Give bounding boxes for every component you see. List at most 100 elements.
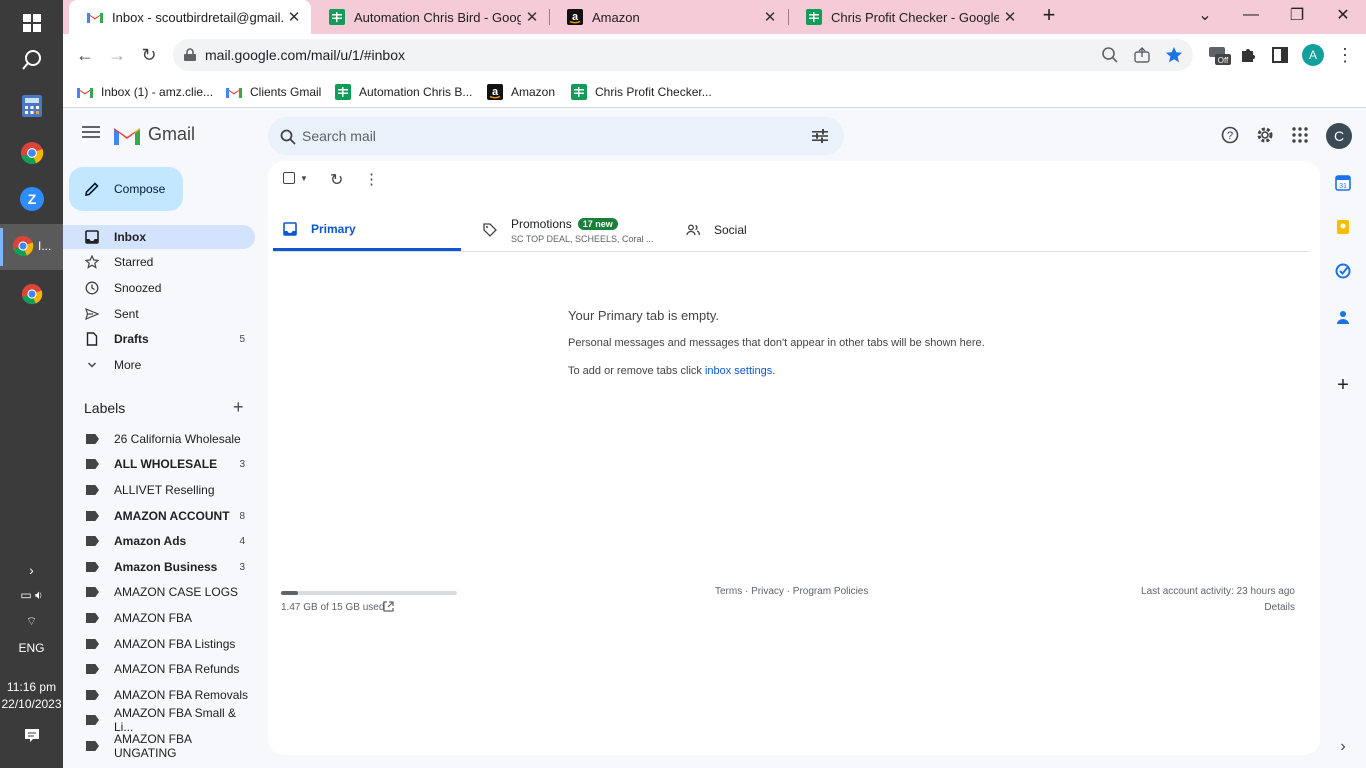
profile-avatar[interactable]: A bbox=[1297, 39, 1329, 71]
battery-volume-icon[interactable]: ▭ 🔉︎ bbox=[0, 588, 63, 603]
label-name: AMAZON ACCOUNT bbox=[114, 509, 230, 523]
bookmark-amazon[interactable]: a Amazon bbox=[487, 82, 555, 102]
show-hidden-icons-chevron-icon[interactable]: › bbox=[0, 562, 63, 578]
account-avatar[interactable]: C bbox=[1326, 123, 1352, 149]
clock-time[interactable]: 11:16 pm bbox=[0, 680, 63, 694]
taskbar-search-button[interactable] bbox=[0, 37, 63, 83]
taskbar-calculator[interactable] bbox=[0, 83, 63, 129]
zoom-icon[interactable] bbox=[1101, 46, 1119, 64]
notification-icon[interactable] bbox=[0, 728, 63, 749]
caret-down-icon[interactable]: ▼ bbox=[300, 174, 308, 183]
nav-item-starred[interactable]: Starred bbox=[63, 250, 255, 274]
taskbar-zoom[interactable]: Z bbox=[0, 176, 63, 222]
nav-item-sent[interactable]: Sent bbox=[63, 302, 255, 326]
open-external-icon[interactable] bbox=[383, 601, 394, 612]
label-item[interactable]: ALLIVET Reselling bbox=[63, 478, 255, 502]
label-item[interactable]: AMAZON FBA UNGATING bbox=[63, 732, 255, 760]
close-icon[interactable]: ✕ bbox=[521, 8, 543, 26]
search-input[interactable]: Search mail bbox=[302, 128, 376, 144]
close-icon[interactable]: ✕ bbox=[759, 8, 781, 26]
create-label-plus-icon[interactable]: + bbox=[233, 397, 244, 418]
label-tag-icon bbox=[86, 639, 99, 649]
label-item[interactable]: Amazon Business 3 bbox=[63, 555, 255, 579]
minimize-button[interactable]: — bbox=[1228, 0, 1274, 30]
label-item[interactable]: AMAZON CASE LOGS bbox=[63, 580, 255, 604]
bookmark-star-icon[interactable] bbox=[1165, 46, 1183, 64]
browser-tab-automation[interactable]: Automation Chris Bird - Google ✕ bbox=[311, 0, 549, 34]
tab-primary[interactable]: Primary bbox=[273, 209, 461, 251]
site-info-icon[interactable] bbox=[183, 48, 197, 62]
side-panel-icon[interactable] bbox=[1264, 39, 1296, 71]
google-apps-icon[interactable] bbox=[1292, 127, 1308, 146]
label-tag-icon bbox=[86, 715, 99, 725]
main-menu-icon[interactable] bbox=[82, 125, 100, 142]
browser-tab-inbox[interactable]: Inbox - scoutbirdretail@gmail.com ✕ bbox=[69, 0, 311, 34]
back-button[interactable]: ← bbox=[69, 39, 101, 71]
search-icon[interactable] bbox=[280, 129, 296, 145]
wifi-icon[interactable]: ⌔ bbox=[0, 614, 63, 629]
reload-button[interactable]: ↻ bbox=[133, 39, 165, 71]
tab-social[interactable]: Social bbox=[686, 209, 876, 251]
gmail-logo[interactable]: Gmail bbox=[114, 124, 195, 145]
label-item[interactable]: AMAZON FBA bbox=[63, 606, 255, 630]
settings-gear-icon[interactable] bbox=[1256, 126, 1274, 147]
svg-text:?: ? bbox=[1227, 130, 1233, 142]
nav-item-inbox[interactable]: Inbox bbox=[63, 225, 255, 249]
compose-button[interactable]: Compose bbox=[69, 167, 183, 211]
label-item[interactable]: ALL WHOLESALE 3 bbox=[63, 452, 255, 476]
help-icon[interactable]: ? bbox=[1221, 126, 1239, 147]
clock-date[interactable]: 22/10/2023 bbox=[0, 697, 63, 711]
label-item[interactable]: AMAZON FBA Listings bbox=[63, 632, 255, 656]
keep-icon[interactable] bbox=[1335, 219, 1351, 235]
footer-policy-links[interactable]: Terms · Privacy · Program Policies bbox=[715, 586, 868, 597]
tab-search-chevron-icon[interactable]: ⌄ bbox=[1182, 0, 1228, 30]
label-item[interactable]: AMAZON FBA Removals bbox=[63, 683, 255, 707]
sheets-icon bbox=[335, 84, 351, 100]
search-options-icon[interactable] bbox=[812, 129, 828, 143]
show-side-panel-chevron-icon[interactable]: › bbox=[1335, 739, 1351, 755]
nav-item-more[interactable]: More bbox=[63, 353, 255, 377]
label-item[interactable]: AMAZON FBA Refunds bbox=[63, 657, 255, 681]
contacts-icon[interactable] bbox=[1335, 309, 1351, 325]
more-options-icon[interactable]: ⋮ bbox=[364, 170, 379, 188]
tab-promotions[interactable]: Promotions 17 new SC TOP DEAL, SCHEELS, … bbox=[483, 209, 673, 251]
calendar-icon[interactable]: 31 bbox=[1335, 175, 1351, 191]
window-close-button[interactable]: ✕ bbox=[1320, 0, 1366, 30]
bookmark-label: Clients Gmail bbox=[250, 85, 322, 99]
get-addons-plus-icon[interactable]: + bbox=[1335, 375, 1351, 395]
label-item[interactable]: Amazon Ads 4 bbox=[63, 529, 255, 553]
bookmark-automation[interactable]: Automation Chris B... bbox=[335, 82, 472, 102]
browser-tab-amazon[interactable]: a Amazon ✕ bbox=[549, 0, 787, 34]
tasks-icon[interactable] bbox=[1335, 263, 1351, 279]
inbox-icon bbox=[283, 221, 297, 236]
nav-item-drafts[interactable]: Drafts 5 bbox=[63, 327, 255, 351]
language-indicator[interactable]: ENG bbox=[0, 641, 63, 655]
nav-item-snoozed[interactable]: Snoozed bbox=[63, 276, 255, 300]
bookmark-profit-checker[interactable]: Chris Profit Checker... bbox=[571, 82, 712, 102]
label-item[interactable]: AMAZON ACCOUNT 8 bbox=[63, 504, 255, 528]
restore-button[interactable]: ❐ bbox=[1274, 0, 1320, 30]
extension-off-icon[interactable]: Off bbox=[1203, 39, 1235, 71]
bookmark-clients-gmail[interactable]: Clients Gmail bbox=[226, 82, 321, 102]
browser-tab-profit-checker[interactable]: Chris Profit Checker - Google Sh ✕ bbox=[788, 0, 1027, 34]
inbox-settings-link[interactable]: inbox settings bbox=[705, 365, 772, 377]
taskbar-chrome-profile-v[interactable] bbox=[0, 271, 63, 317]
label-item[interactable]: AMAZON FBA Small & Li... bbox=[63, 706, 255, 734]
taskbar-chrome[interactable] bbox=[0, 130, 63, 176]
share-icon[interactable] bbox=[1133, 46, 1151, 64]
new-tab-button[interactable]: + bbox=[1027, 0, 1071, 30]
refresh-icon[interactable]: ↻ bbox=[330, 170, 343, 190]
extensions-puzzle-icon[interactable] bbox=[1232, 39, 1264, 71]
address-bar[interactable]: mail.google.com/mail/u/1/#inbox bbox=[173, 39, 1193, 71]
taskbar-chrome-profile-a[interactable]: I... bbox=[0, 224, 63, 270]
close-icon[interactable]: ✕ bbox=[283, 8, 305, 26]
select-all-checkbox[interactable]: ▼ bbox=[283, 172, 308, 184]
close-icon[interactable]: ✕ bbox=[999, 8, 1021, 26]
details-link[interactable]: Details bbox=[1264, 602, 1295, 613]
bookmark-label: Inbox (1) - amz.clie... bbox=[101, 85, 214, 99]
forward-button[interactable]: → bbox=[101, 39, 133, 71]
chrome-menu-icon[interactable]: ⋮ bbox=[1329, 39, 1361, 71]
bookmark-inbox[interactable]: Inbox (1) - amz.clie... bbox=[77, 82, 213, 102]
label-item[interactable]: 26 California Wholesale bbox=[63, 427, 255, 451]
search-bar[interactable]: Search mail bbox=[268, 117, 844, 155]
